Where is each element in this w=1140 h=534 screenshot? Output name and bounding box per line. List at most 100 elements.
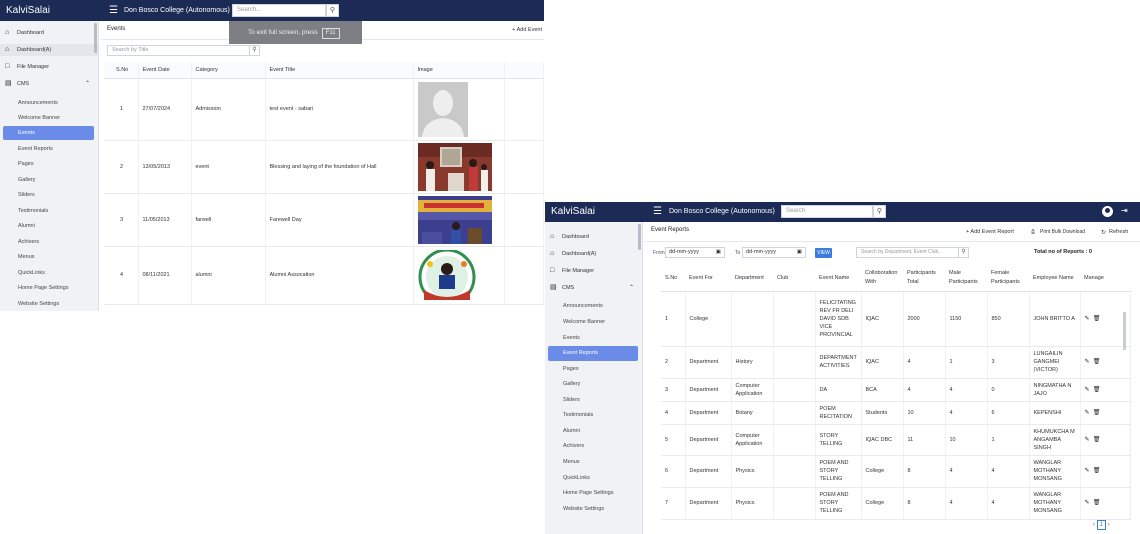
table-row[interactable]: 3 Department Computer Application DA BCA…: [661, 378, 1131, 402]
sidebar-item-sliders[interactable]: Sliders: [3, 188, 94, 202]
search-icon[interactable]: ⚲: [873, 205, 886, 218]
cell-club: [773, 487, 816, 520]
print-icon[interactable]: ⎙: [1031, 229, 1035, 235]
sidebar-item-testimonials[interactable]: Testimonials: [3, 204, 94, 218]
sidebar-item-website-settings[interactable]: Website Settings: [3, 297, 94, 311]
sidebar-item-menus[interactable]: Menus: [3, 250, 94, 264]
table-row[interactable]: 2 13/05/2013 event Blessing and laying o…: [104, 140, 544, 194]
sidebar-item-gallery[interactable]: Gallery: [3, 173, 94, 187]
search-input[interactable]: Search: [781, 205, 873, 218]
sidebar-item-announcements[interactable]: Announcements: [548, 299, 638, 314]
alumni-logo-image[interactable]: [418, 250, 476, 300]
sidebar-item-event-reports[interactable]: Event Reports: [3, 142, 94, 156]
table-row[interactable]: 2 Department History DEPARTMENT ACTIVITI…: [661, 346, 1131, 379]
table-row[interactable]: 3 11/05/2013 farwell Farewell Day: [104, 193, 544, 247]
print-bulk-download-button[interactable]: Print Bulk Download: [1040, 229, 1085, 235]
cell-title: Blessing and laying of the foundation of…: [265, 140, 414, 194]
sidebar-item-events[interactable]: Events: [3, 126, 94, 140]
table-row[interactable]: 6 Department Physics POEM AND STORY TELL…: [661, 455, 1131, 488]
table-row[interactable]: 4 08/11/2021 alumni Alumni Assocation: [104, 246, 544, 305]
search-input[interactable]: Search...: [232, 4, 326, 17]
cell-title: Farewell Day: [265, 193, 414, 247]
ceremony-photo-image[interactable]: [417, 142, 492, 191]
sidebar-item-achivers[interactable]: Achivers: [548, 439, 638, 454]
farewell-photo-image[interactable]: [417, 195, 492, 244]
sidebar-scrollbar[interactable]: [94, 23, 97, 53]
cell-total: 2000: [903, 291, 946, 347]
sidebar-item-achivers[interactable]: Achivers: [3, 235, 94, 249]
add-event-report-button[interactable]: + Add Event Report: [966, 229, 1014, 235]
delete-icon[interactable]: 🗑: [1093, 468, 1101, 474]
next-page-icon[interactable]: ›: [1108, 522, 1110, 528]
sidebar-item-alumni[interactable]: Alumni: [548, 424, 638, 439]
sidebar-item-menus[interactable]: Menus: [548, 455, 638, 470]
delete-icon[interactable]: 🗑: [1093, 359, 1101, 365]
view-button[interactable]: VIEW: [815, 248, 832, 258]
title-search-input[interactable]: Search by Title: [107, 45, 251, 56]
sidebar-item-dashboard[interactable]: ⌂ Dashboard: [0, 27, 98, 39]
edit-icon[interactable]: ✎: [1085, 410, 1090, 416]
sidebar-item-cms[interactable]: ▤ CMS ⌃: [0, 78, 98, 90]
table-scrollbar[interactable]: [1123, 312, 1126, 350]
add-event-button[interactable]: + Add Event: [512, 27, 542, 33]
delete-icon[interactable]: 🗑: [1093, 410, 1101, 416]
edit-icon[interactable]: ✎: [1085, 316, 1090, 322]
table-row[interactable]: 1 College FELICITATING REV FR DELI DAVID…: [661, 291, 1131, 347]
sidebar-item-alumni[interactable]: Alumni: [3, 219, 94, 233]
calendar-icon[interactable]: ▣: [797, 248, 802, 257]
sidebar-item-website-settings[interactable]: Website Settings: [548, 502, 638, 517]
sidebar-item-home-page-settings[interactable]: Home Page Settings: [3, 281, 94, 295]
search-icon[interactable]: ⚲: [326, 4, 339, 17]
sidebar-item-cms[interactable]: ▤ CMS ⌃: [545, 281, 642, 295]
delete-icon[interactable]: 🗑: [1093, 387, 1101, 393]
edit-icon[interactable]: ✎: [1085, 468, 1090, 474]
refresh-button[interactable]: Refresh: [1109, 229, 1128, 235]
sidebar-item-announcements[interactable]: Announcements: [3, 96, 94, 110]
sidebar-item-file-manager[interactable]: □ File Manager: [545, 264, 642, 278]
sidebar-item-home-page-settings[interactable]: Home Page Settings: [548, 486, 638, 501]
delete-icon[interactable]: 🗑: [1093, 500, 1101, 506]
user-avatar-icon[interactable]: [1102, 206, 1113, 217]
sidebar-item-pages[interactable]: Pages: [3, 157, 94, 171]
table-row[interactable]: 7 Department Physics POEM AND STORY TELL…: [661, 487, 1131, 520]
sidebar-scrollbar[interactable]: [638, 224, 641, 250]
table-row[interactable]: 4 Department Botany POEM RECITATION Stud…: [661, 401, 1131, 425]
prev-page-icon[interactable]: ‹: [1093, 522, 1095, 528]
page-current[interactable]: 1: [1096, 520, 1107, 530]
sidebar-item-pages[interactable]: Pages: [548, 362, 638, 377]
sidebar-item-dashboard-a[interactable]: ⌂ Dashboard(A): [545, 247, 642, 261]
sidebar-item-welcome-banner[interactable]: Welcome Banner: [548, 315, 638, 330]
logout-icon[interactable]: ⇥: [1121, 206, 1128, 215]
sidebar-item-gallery[interactable]: Gallery: [548, 377, 638, 392]
edit-icon[interactable]: ✎: [1085, 387, 1090, 393]
report-search-input[interactable]: Search by Department, Event Club..: [856, 247, 959, 258]
sidebar-item-events[interactable]: Events: [548, 331, 638, 346]
menu-toggle-icon[interactable]: ☰: [109, 0, 118, 21]
cell-manage: ✎ 🗑: [1080, 401, 1131, 425]
menu-toggle-icon[interactable]: ☰: [653, 202, 662, 222]
sidebar-item-sliders[interactable]: Sliders: [548, 393, 638, 408]
sidebar-item-event-reports[interactable]: Event Reports: [548, 346, 638, 361]
to-date-input[interactable]: dd-mm-yyyy ▣: [742, 247, 806, 258]
edit-icon[interactable]: ✎: [1085, 437, 1090, 443]
cell-event-for: Department: [685, 401, 732, 425]
avatar-placeholder-image[interactable]: [417, 81, 468, 137]
search-icon[interactable]: ⚲: [249, 45, 260, 56]
sidebar-item-file-manager[interactable]: □ File Manager: [0, 61, 98, 73]
delete-icon[interactable]: 🗑: [1093, 316, 1101, 322]
search-icon[interactable]: ⚲: [958, 247, 969, 258]
delete-icon[interactable]: 🗑: [1093, 437, 1101, 443]
sidebar-item-welcome-banner[interactable]: Welcome Banner: [3, 111, 94, 125]
sidebar-item-quicklinks[interactable]: QuickLinks: [3, 266, 94, 280]
calendar-icon[interactable]: ▣: [716, 248, 721, 257]
sidebar-item-dashboard[interactable]: ⌂ Dashboard: [545, 230, 642, 244]
edit-icon[interactable]: ✎: [1085, 359, 1090, 365]
edit-icon[interactable]: ✎: [1085, 500, 1090, 506]
sidebar-item-dashboard-a[interactable]: ⌂ Dashboard(A): [0, 44, 98, 56]
table-row[interactable]: 1 27/07/2024 Admission test event - saba…: [104, 78, 544, 141]
table-row[interactable]: 5 Department Computer Application STORY …: [661, 424, 1131, 456]
refresh-icon[interactable]: ↻: [1101, 229, 1106, 236]
sidebar-item-quicklinks[interactable]: QuickLinks: [548, 471, 638, 486]
from-date-input[interactable]: dd-mm-yyyy ▣: [665, 247, 725, 258]
sidebar-item-testimonials[interactable]: Testimonials: [548, 408, 638, 423]
